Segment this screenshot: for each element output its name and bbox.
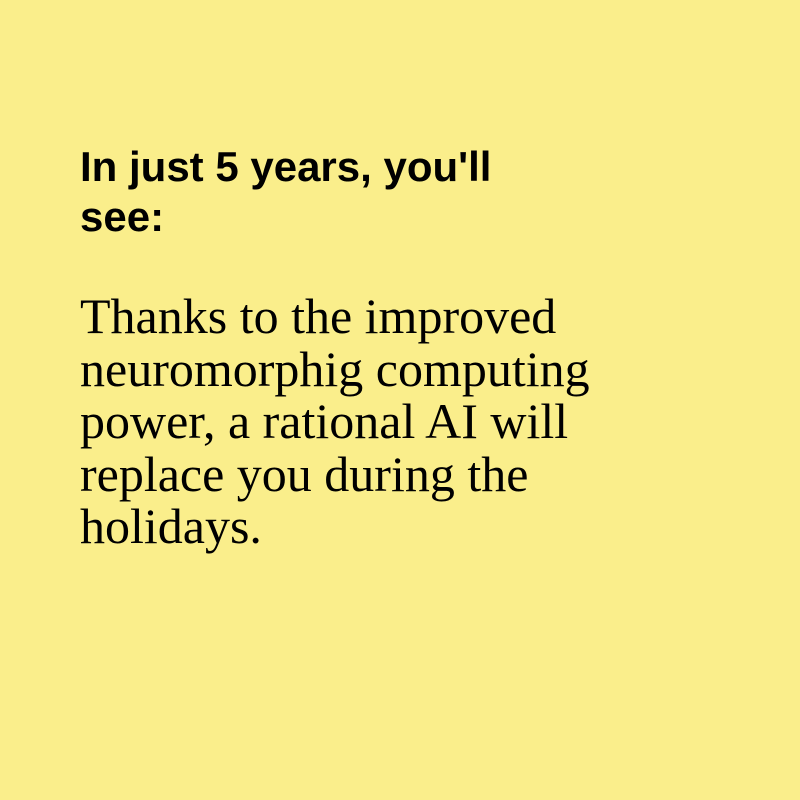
prediction-line: holidays. xyxy=(80,498,262,554)
prediction-line: neuromorphig computing xyxy=(80,340,590,397)
prediction-line: power, a rational AI will xyxy=(80,393,569,449)
prediction-line: replace you during the xyxy=(80,445,529,502)
prediction-line: Thanks to the improved xyxy=(80,288,557,344)
prediction-card: In just 5 years, you'll see: Thanks to t… xyxy=(0,0,800,800)
headline-line: In just 5 years, you'll xyxy=(80,143,492,190)
headline-line: see: xyxy=(80,193,165,241)
prediction-text: Thanks to the improved neuromorphig comp… xyxy=(80,290,720,553)
headline: In just 5 years, you'll see: xyxy=(80,142,680,243)
